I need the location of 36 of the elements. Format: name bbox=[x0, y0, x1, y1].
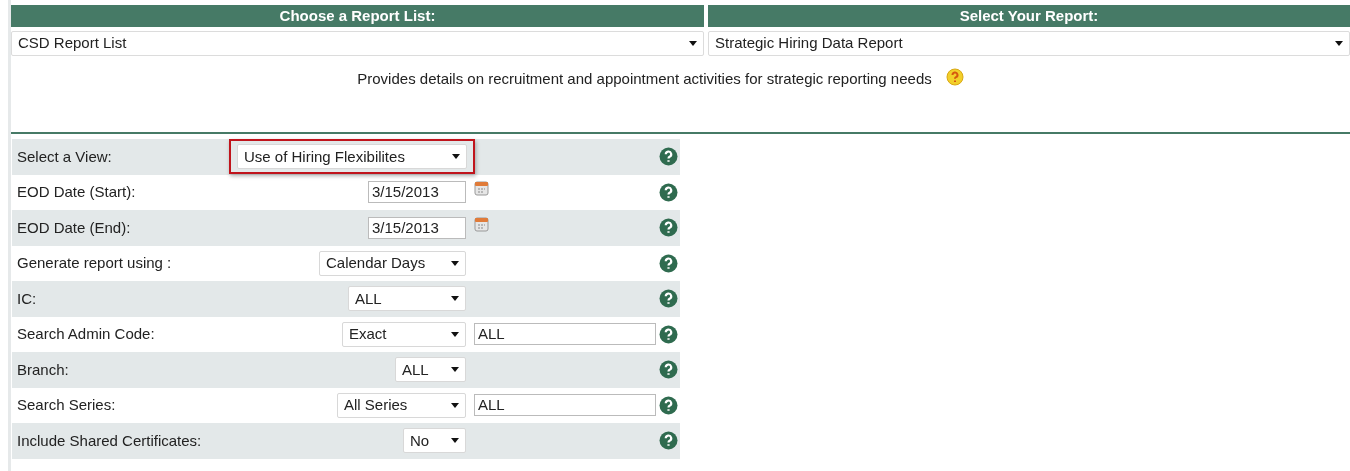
field-label: EOD Date (Start): bbox=[17, 183, 136, 200]
help-icon[interactable] bbox=[658, 395, 678, 415]
field-label: Search Admin Code: bbox=[17, 325, 155, 342]
field-label: Search Series: bbox=[17, 396, 116, 413]
help-icon[interactable] bbox=[658, 289, 678, 309]
field-label: Select a View: bbox=[17, 147, 112, 165]
date-field[interactable]: 3/15/2013 bbox=[368, 181, 466, 204]
dropdown[interactable]: Use of Hiring Flexibilites bbox=[237, 144, 467, 170]
calendar-icon[interactable] bbox=[474, 180, 489, 197]
text-field[interactable]: ALL bbox=[474, 323, 656, 346]
field-label: Generate report using : bbox=[17, 254, 172, 271]
text-field[interactable]: ALL bbox=[474, 394, 656, 417]
report-header: Select Your Report: bbox=[708, 5, 1350, 27]
dropdown[interactable]: Exact bbox=[342, 321, 466, 347]
help-icon[interactable] bbox=[658, 147, 678, 167]
dropdown[interactable]: Calendar Days bbox=[319, 250, 466, 276]
report-list-dropdown[interactable]: CSD Report List bbox=[11, 31, 704, 56]
field-label: IC: bbox=[17, 289, 37, 307]
help-icon[interactable] bbox=[658, 253, 678, 273]
help-icon[interactable] bbox=[658, 360, 678, 380]
date-field[interactable]: 3/15/2013 bbox=[368, 216, 466, 239]
help-icon[interactable] bbox=[945, 68, 964, 86]
report-dropdown[interactable]: Strategic Hiring Data Report bbox=[708, 31, 1350, 56]
dropdown[interactable]: ALL bbox=[348, 286, 466, 312]
field-label: Include Shared Certificates: bbox=[17, 431, 202, 449]
report-description: Provides details on recruitment and appointment activities for strategic reporting needs bbox=[357, 70, 932, 87]
help-icon[interactable] bbox=[658, 431, 678, 451]
field-label: Branch: bbox=[17, 360, 69, 378]
dropdown[interactable]: No bbox=[403, 428, 466, 454]
help-icon[interactable] bbox=[658, 182, 678, 202]
report-list-header: Choose a Report List: bbox=[11, 5, 704, 27]
help-icon[interactable] bbox=[658, 324, 678, 344]
help-icon[interactable] bbox=[658, 218, 678, 238]
dropdown[interactable]: ALL bbox=[395, 357, 466, 383]
field-label: EOD Date (End): bbox=[17, 218, 131, 236]
dropdown[interactable]: All Series bbox=[337, 392, 466, 418]
